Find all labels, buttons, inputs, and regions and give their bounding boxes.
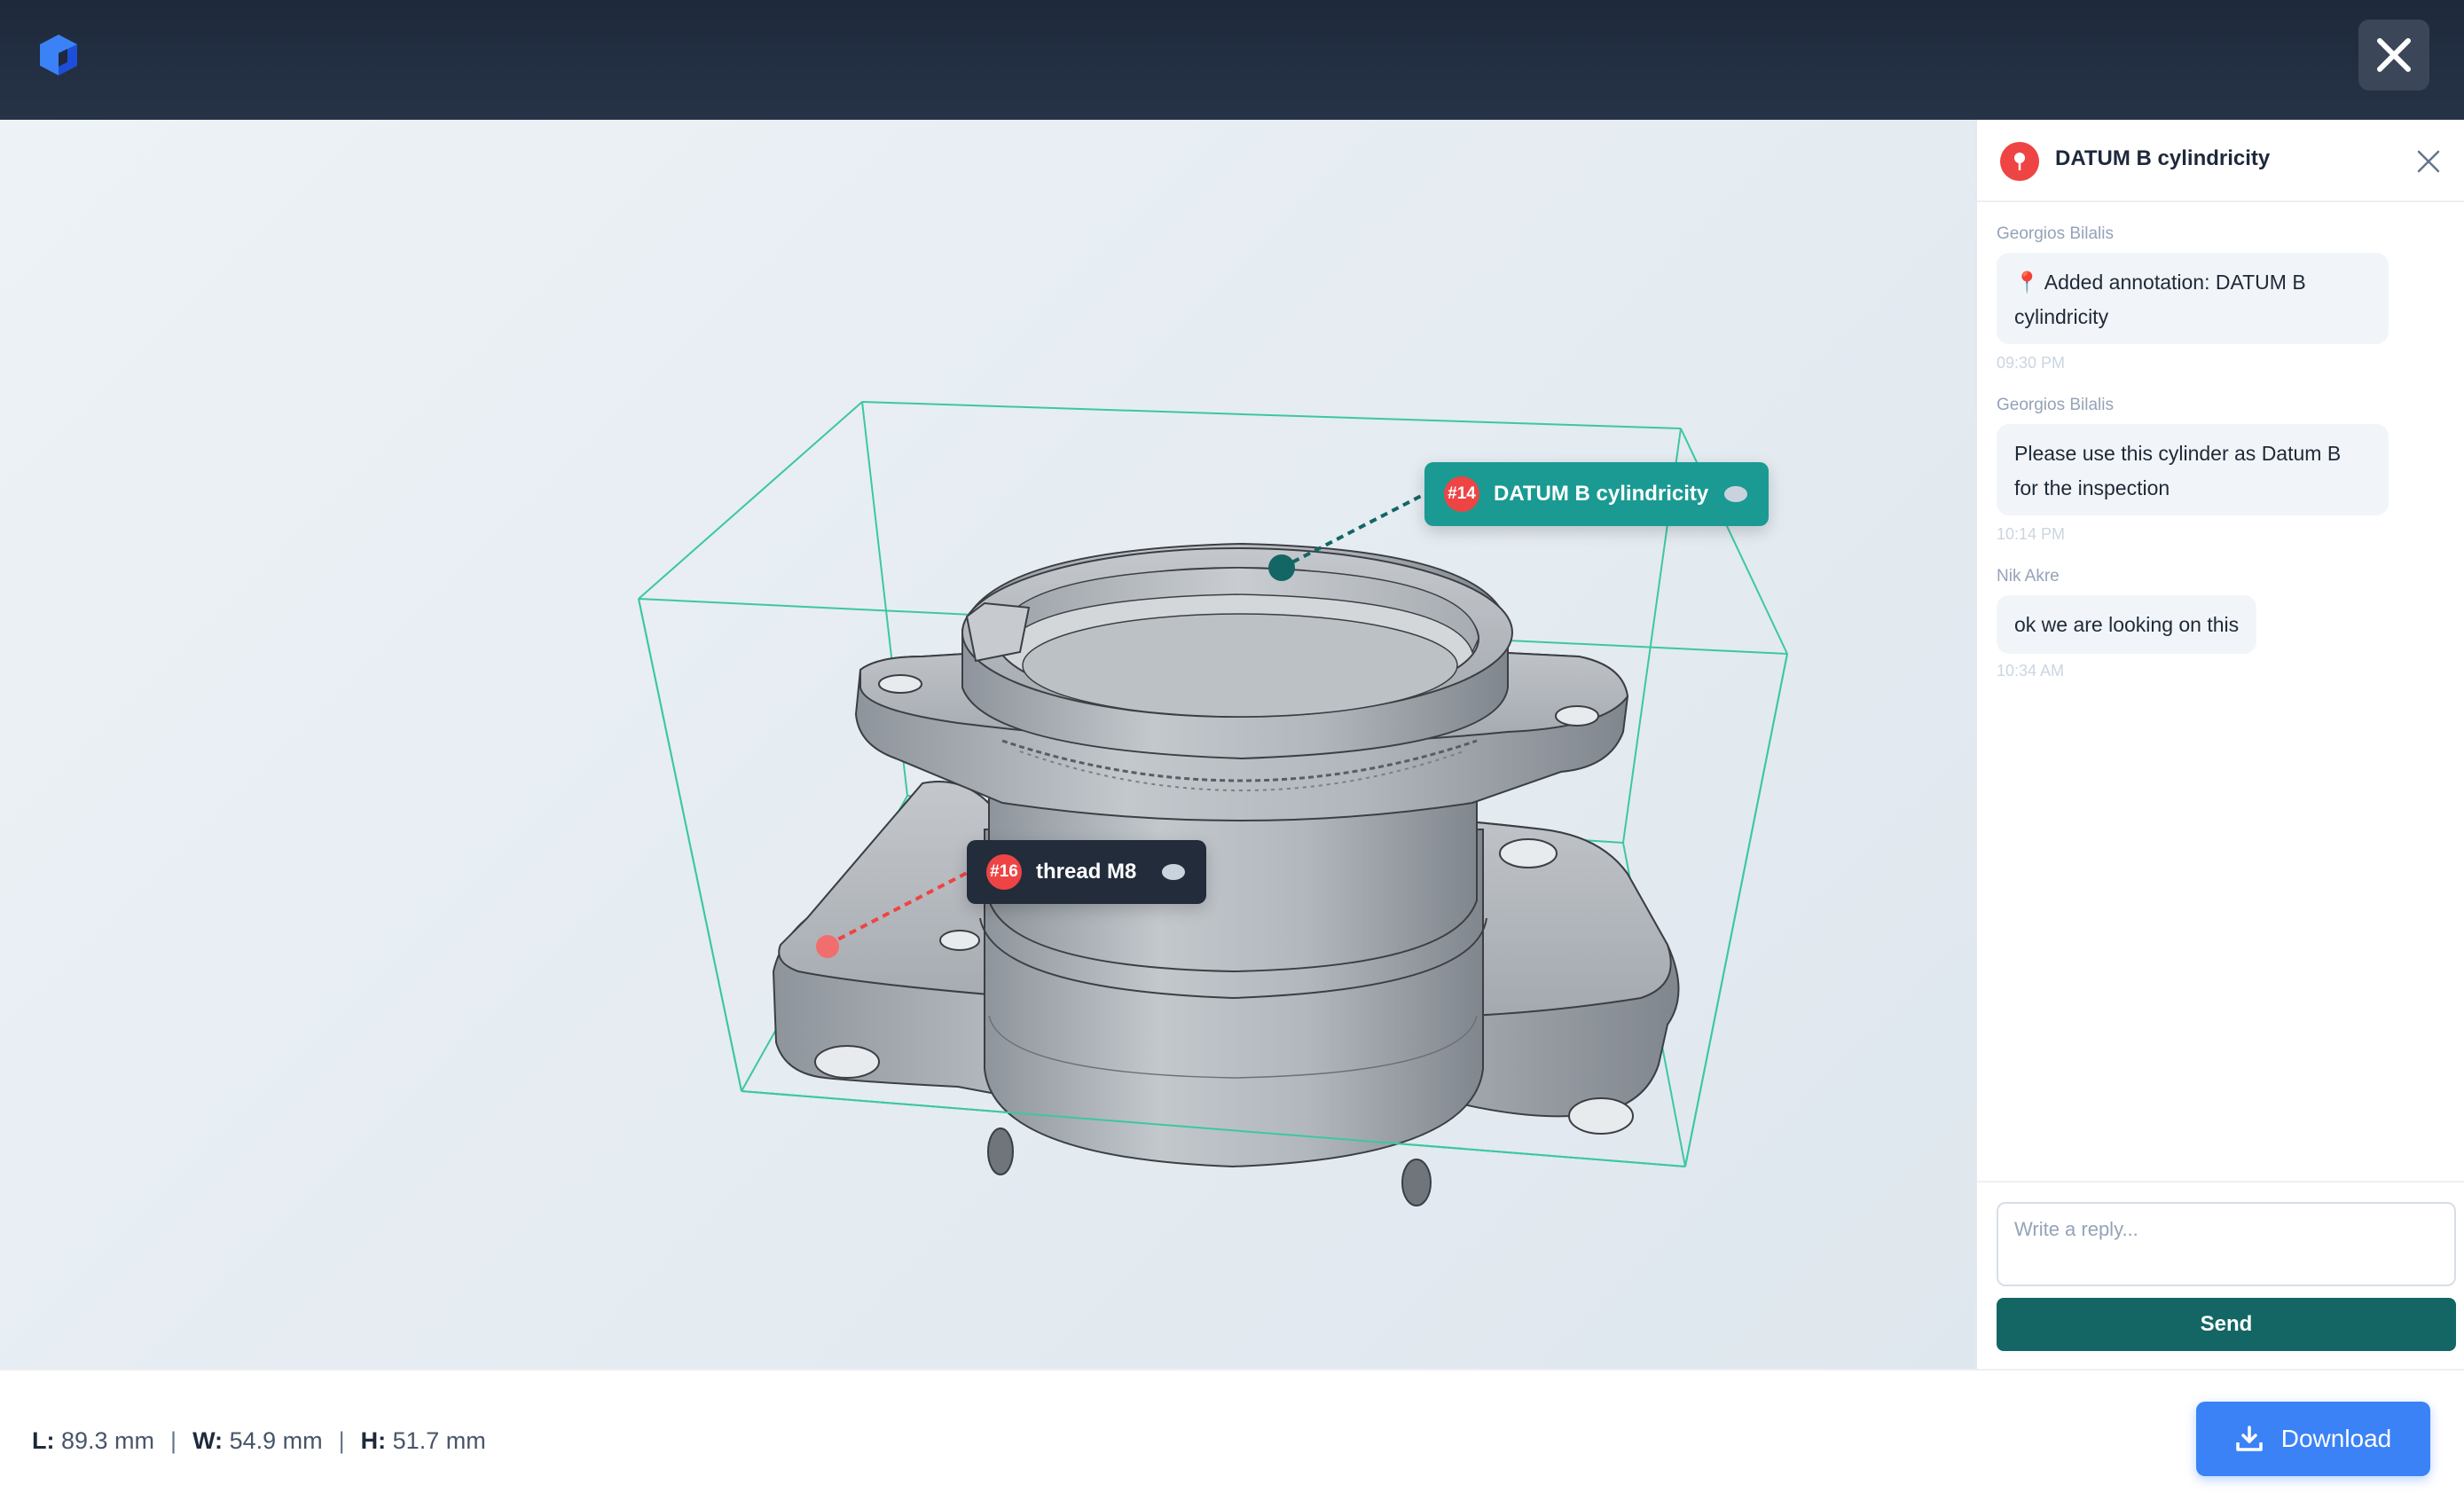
panel-title: DATUM B cylindricity <box>2055 146 2271 170</box>
annotation-tag-16[interactable]: #16 thread M8 <box>967 840 1206 904</box>
separator: | <box>170 1427 177 1454</box>
annotation-number: #16 <box>986 854 1022 890</box>
close-icon[interactable] <box>2415 148 2442 175</box>
panel-header: DATUM B cylindricity <box>1977 120 2464 202</box>
width-value: 54.9 mm <box>229 1427 323 1454</box>
bottom-bar: L: 89.3 mm | W: 54.9 mm | H: 51.7 mm Dow… <box>0 1369 2464 1493</box>
message-bubble: 📍 Added annotation: DATUM B cylindricity <box>1997 253 2389 344</box>
message-bubble: Please use this cylinder as Datum B for … <box>1997 424 2389 515</box>
reply-input[interactable] <box>1997 1202 2456 1286</box>
length-label: L: <box>32 1427 55 1454</box>
download-icon <box>2235 1426 2263 1451</box>
annotation-16-marker[interactable] <box>816 935 839 958</box>
top-bar <box>0 0 2464 120</box>
annotation-label: DATUM B cylindricity <box>1494 482 1709 506</box>
message-time: 10:34 AM <box>1997 662 2065 680</box>
divider <box>1977 1181 2464 1183</box>
download-label: Download <box>2280 1425 2392 1452</box>
height-label: H: <box>360 1427 387 1454</box>
message-time: 10:14 PM <box>1997 525 2066 543</box>
send-button[interactable]: Send <box>1997 1298 2456 1351</box>
message-text: Please use this cylinder as Datum B <box>2014 442 2342 465</box>
length-value: 89.3 mm <box>61 1427 155 1454</box>
message-author: Georgios Bilalis <box>1997 224 2114 243</box>
message-text: cylindricity <box>2014 305 2109 328</box>
comment-icon <box>1162 864 1185 880</box>
annotation-14-marker[interactable] <box>1268 554 1295 581</box>
cube-logo-icon[interactable] <box>35 32 82 78</box>
message-author: Georgios Bilalis <box>1997 396 2114 414</box>
message-author: Nik Akre <box>1997 567 2060 585</box>
close-icon <box>2377 38 2411 72</box>
message-text: for the inspection <box>2014 476 2170 499</box>
pin-icon <box>2000 142 2039 181</box>
comment-icon <box>1724 486 1747 502</box>
width-label: W: <box>192 1427 224 1454</box>
height-value: 51.7 mm <box>392 1427 486 1454</box>
message-text: 📍 Added annotation: DATUM B <box>2014 271 2306 294</box>
model-dimensions: L: 89.3 mm | W: 54.9 mm | H: 51.7 mm <box>32 1427 486 1455</box>
model-viewport[interactable]: #14 DATUM B cylindricity #16 thread M8 <box>0 120 1975 1369</box>
message-time: 09:30 PM <box>1997 354 2066 372</box>
annotation-comments-panel: DATUM B cylindricity Georgios Bilalis 📍 … <box>1975 120 2464 1369</box>
annotation-label: thread M8 <box>1036 860 1137 884</box>
message-text: ok we are looking on this <box>2014 613 2240 636</box>
close-viewer-button[interactable] <box>2358 20 2429 90</box>
message-bubble: ok we are looking on this <box>1997 595 2257 654</box>
separator: | <box>338 1427 345 1454</box>
part-3d-model[interactable] <box>0 120 1975 1369</box>
download-button[interactable]: Download <box>2196 1402 2430 1476</box>
annotation-number: #14 <box>1444 476 1479 512</box>
annotation-tag-14[interactable]: #14 DATUM B cylindricity <box>1424 462 1769 526</box>
